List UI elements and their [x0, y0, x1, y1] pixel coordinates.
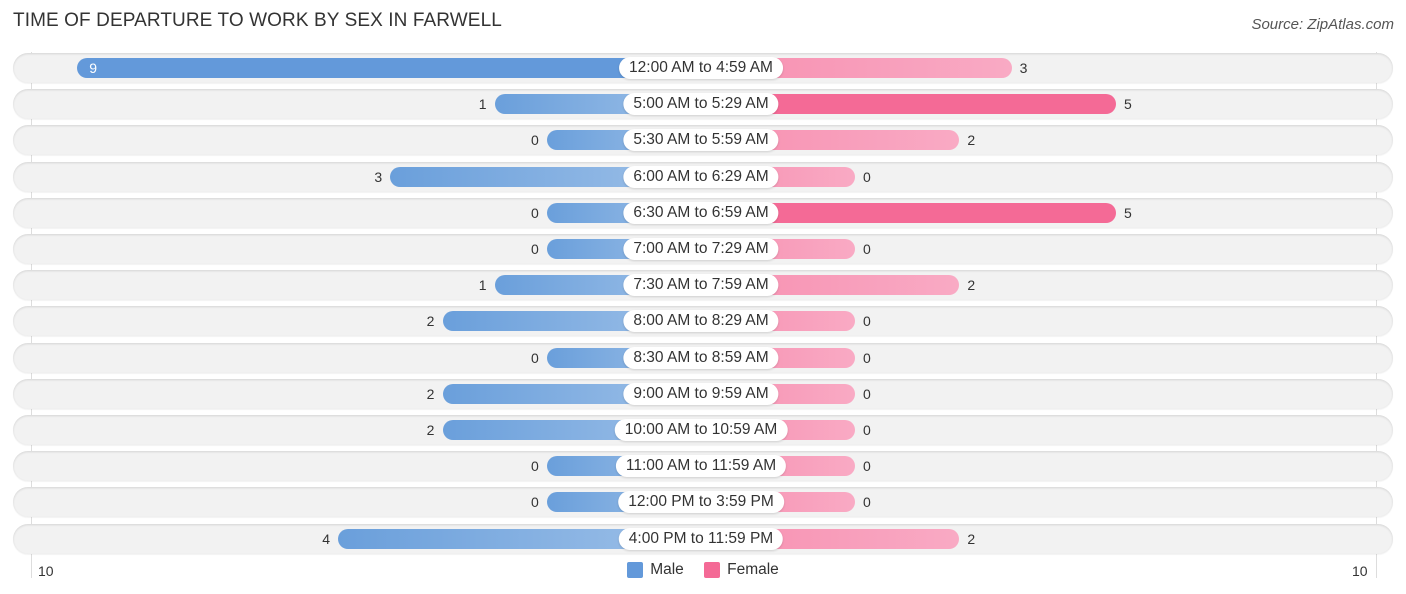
female-value-label: 5: [1124, 204, 1132, 221]
category-label: 5:30 AM to 5:59 AM: [623, 129, 779, 152]
category-label: 10:00 AM to 10:59 AM: [614, 419, 788, 441]
category-label: 7:30 AM to 7:59 AM: [623, 274, 779, 297]
male-value-label: 1: [478, 277, 487, 294]
chart-row: 2 0 8:00 AM to 8:29 AM: [13, 306, 1393, 337]
male-value-label: 9: [89, 60, 97, 76]
chart-row: 0 5 6:30 AM to 6:59 AM: [13, 197, 1393, 228]
male-value-label: 1: [478, 96, 487, 113]
female-value-label: 0: [863, 349, 871, 366]
category-label: 11:00 AM to 11:59 AM: [615, 455, 787, 478]
chart-row: 3 0 6:00 AM to 6:29 AM: [13, 161, 1393, 192]
category-label: 9:00 AM to 9:59 AM: [623, 382, 779, 405]
category-label: 6:30 AM to 6:59 AM: [623, 201, 779, 224]
male-value-label: 3: [374, 168, 383, 185]
chart-row: 0 0 12:00 PM to 3:59 PM: [13, 487, 1393, 518]
male-value-label: 0: [531, 204, 539, 221]
chart-row: 0 0 8:30 AM to 8:59 AM: [13, 342, 1393, 373]
category-label: 8:30 AM to 8:59 AM: [623, 346, 779, 369]
chart-row: 0 0 7:00 AM to 7:29 AM: [13, 234, 1393, 264]
chart-row: 9 3 12:00 AM to 4:59 AM: [13, 53, 1393, 83]
category-label: 6:00 AM to 6:29 AM: [623, 165, 779, 188]
male-value-label: 0: [531, 349, 539, 366]
category-label: 12:00 AM to 4:59 AM: [619, 57, 783, 79]
legend-label-female: Female: [727, 561, 779, 578]
chart-row: 1 5 5:00 AM to 5:29 AM: [13, 89, 1393, 120]
legend-item-male[interactable]: Male: [627, 561, 684, 579]
legend-item-female[interactable]: Female: [704, 561, 779, 579]
male-value-label: 2: [426, 385, 435, 402]
female-value-label: 0: [863, 313, 871, 330]
male-value-label: 4: [322, 530, 330, 547]
chart-row: 1 2 7:30 AM to 7:59 AM: [13, 270, 1393, 301]
male-value-label: 2: [426, 422, 435, 438]
male-value-label: 0: [531, 241, 539, 257]
female-value-label: 3: [1019, 60, 1028, 76]
female-value-label: 0: [863, 241, 871, 257]
male-value-label: 0: [531, 458, 539, 475]
female-value-label: 0: [863, 422, 871, 438]
legend-swatch-male: [627, 562, 644, 578]
male-bar[interactable]: [77, 58, 701, 78]
female-value-label: 0: [863, 385, 871, 402]
female-value-label: 2: [967, 530, 976, 547]
category-label: 5:00 AM to 5:29 AM: [623, 93, 779, 116]
category-label: 4:00 PM to 11:59 PM: [618, 527, 784, 550]
legend: Male Female: [0, 561, 1406, 583]
chart-row: 2 0 10:00 AM to 10:59 AM: [13, 415, 1393, 445]
chart-row: 4 2 4:00 PM to 11:59 PM: [13, 523, 1393, 554]
legend-label-male: Male: [650, 561, 684, 578]
chart-title: TIME OF DEPARTURE TO WORK BY SEX IN FARW…: [13, 10, 502, 31]
chart-row: 0 2 5:30 AM to 5:59 AM: [13, 125, 1393, 156]
female-value-label: 2: [967, 277, 976, 294]
female-value-label: 5: [1124, 96, 1132, 113]
female-value-label: 0: [863, 168, 871, 185]
legend-swatch-female: [704, 562, 721, 578]
category-label: 8:00 AM to 8:29 AM: [623, 310, 779, 333]
category-label: 7:00 AM to 7:29 AM: [623, 238, 779, 260]
female-value-label: 0: [863, 494, 871, 511]
chart-row: 2 0 9:00 AM to 9:59 AM: [13, 378, 1393, 409]
chart-row: 0 0 11:00 AM to 11:59 AM: [13, 451, 1393, 482]
category-label: 12:00 PM to 3:59 PM: [618, 491, 784, 514]
female-value-label: 2: [967, 132, 976, 149]
male-value-label: 2: [426, 313, 435, 330]
female-value-label: 0: [863, 458, 871, 475]
male-value-label: 0: [531, 132, 539, 149]
source-label: Source: ZipAtlas.com: [1251, 16, 1394, 33]
male-value-label: 0: [531, 494, 539, 511]
